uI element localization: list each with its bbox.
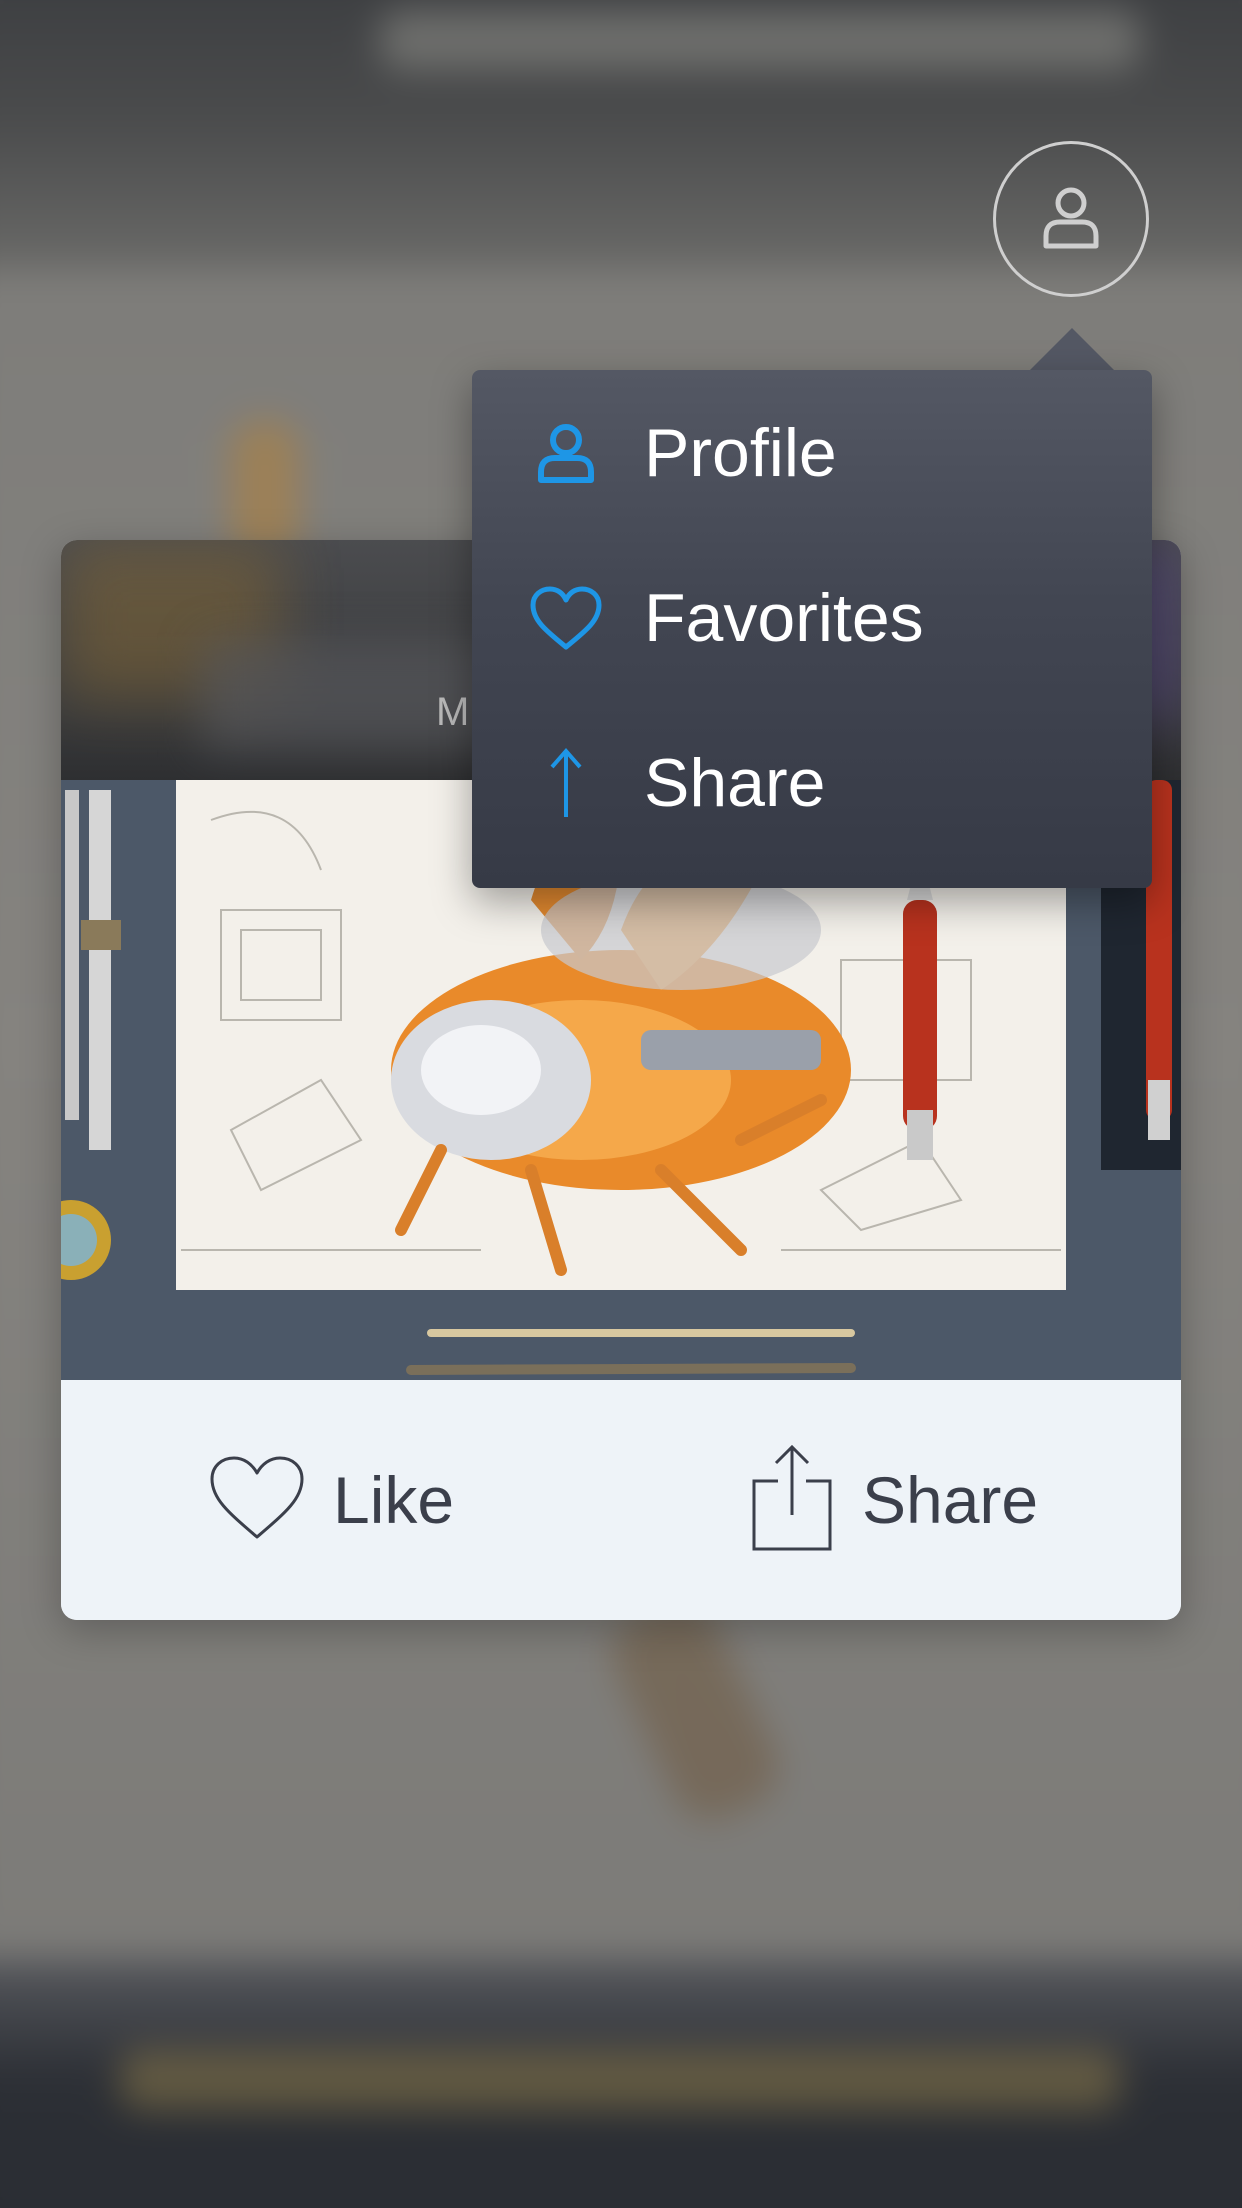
menu-pointer bbox=[1030, 328, 1114, 370]
card-title: M bbox=[436, 690, 470, 734]
share-button[interactable]: Share bbox=[750, 1380, 1038, 1620]
user-icon bbox=[528, 415, 604, 491]
profile-avatar-button[interactable] bbox=[993, 141, 1149, 297]
menu-item-share[interactable]: Share bbox=[472, 700, 1152, 865]
menu-item-label: Favorites bbox=[644, 579, 924, 656]
menu-item-label: Share bbox=[644, 744, 826, 821]
menu-item-profile[interactable]: Profile bbox=[472, 370, 1152, 535]
heart-icon bbox=[209, 1455, 305, 1546]
share-icon bbox=[750, 1443, 834, 1558]
menu-item-favorites[interactable]: Favorites bbox=[472, 535, 1152, 700]
card-actions-bar: Like Share bbox=[61, 1380, 1181, 1620]
menu-item-label: Profile bbox=[644, 414, 837, 491]
user-icon bbox=[1041, 184, 1101, 255]
arrow-up-icon bbox=[528, 745, 604, 821]
like-label: Like bbox=[333, 1463, 455, 1537]
heart-icon bbox=[528, 580, 604, 656]
like-button[interactable]: Like bbox=[209, 1380, 454, 1620]
profile-dropdown-menu: Profile Favorites Share bbox=[472, 370, 1152, 888]
screen: M Like Share Profile Favorites Share bbox=[0, 0, 1242, 2208]
share-label: Share bbox=[862, 1463, 1039, 1537]
